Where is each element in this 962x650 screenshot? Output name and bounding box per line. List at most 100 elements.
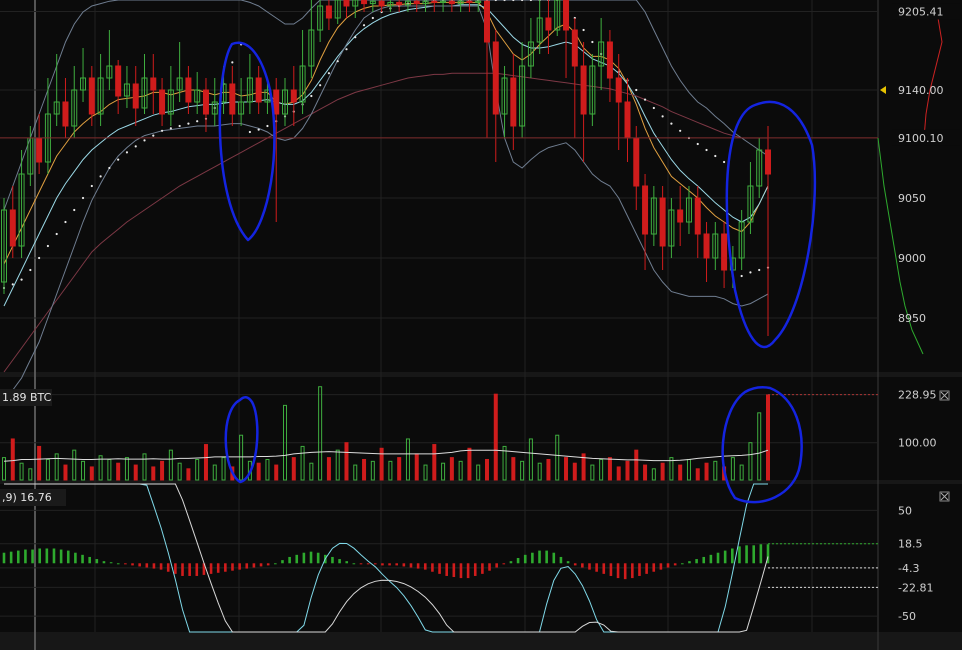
psar-dot bbox=[125, 151, 129, 154]
candle-body bbox=[132, 83, 139, 109]
volume-bar bbox=[625, 460, 630, 481]
macd-histogram-bar bbox=[216, 563, 220, 573]
macd-histogram-bar bbox=[52, 548, 56, 564]
psar-dot bbox=[354, 36, 357, 39]
macd-histogram-bar bbox=[88, 556, 91, 564]
candle-body bbox=[659, 197, 666, 247]
macd-histogram-bar bbox=[552, 552, 556, 564]
macd-histogram-bar bbox=[666, 563, 670, 568]
psar-dot bbox=[319, 84, 322, 87]
macd-histogram-bar bbox=[66, 550, 70, 564]
macd-histogram-bar bbox=[452, 563, 456, 578]
macd-histogram-bar bbox=[345, 561, 349, 564]
candle-body bbox=[396, 1, 403, 6]
candle-body bbox=[185, 77, 192, 103]
macd-histogram-bar bbox=[473, 563, 477, 576]
psar-dot bbox=[55, 232, 58, 236]
volume-bar bbox=[634, 449, 639, 481]
macd-histogram-bar bbox=[252, 563, 256, 568]
candle-body bbox=[202, 89, 209, 115]
psar-dot bbox=[117, 158, 120, 161]
psar-dot bbox=[310, 94, 313, 98]
macd-histogram-bar bbox=[181, 563, 184, 576]
psar-dot bbox=[108, 166, 111, 170]
candle-body bbox=[694, 197, 701, 235]
candle-body bbox=[545, 17, 552, 31]
macd-tick-label: 50 bbox=[898, 504, 912, 517]
psar-dot bbox=[362, 24, 366, 27]
volume-tick-label: 228.95 bbox=[898, 389, 937, 402]
macd-tick-label: -50 bbox=[898, 610, 916, 623]
psar-dot bbox=[196, 120, 199, 123]
candle-body bbox=[229, 83, 236, 115]
psar-dot bbox=[160, 129, 164, 132]
macd-histogram-bar bbox=[445, 563, 448, 576]
volume-bar bbox=[511, 457, 516, 481]
price-tick-label: 9050 bbox=[898, 192, 926, 205]
psar-dot bbox=[231, 61, 234, 64]
candle-body bbox=[765, 149, 771, 175]
volume-bar bbox=[116, 462, 121, 481]
candle-body bbox=[36, 137, 43, 163]
pane-separator bbox=[0, 480, 962, 484]
volume-bar bbox=[616, 466, 621, 481]
macd-histogram-bar bbox=[266, 563, 270, 566]
psar-dot bbox=[591, 40, 594, 44]
macd-histogram-bar bbox=[595, 563, 598, 572]
psar-dot bbox=[143, 139, 146, 142]
psar-dot bbox=[336, 60, 339, 63]
macd-histogram-bar bbox=[138, 563, 141, 567]
macd-histogram-bar bbox=[738, 546, 741, 564]
psar-dot bbox=[178, 124, 181, 128]
psar-dot bbox=[696, 142, 699, 146]
volume-bar bbox=[414, 453, 419, 481]
volume-bar bbox=[203, 444, 208, 481]
macd-histogram-bar bbox=[109, 562, 113, 564]
macd-histogram-bar bbox=[295, 554, 299, 564]
psar-dot bbox=[90, 184, 93, 188]
macd-histogram-bar bbox=[752, 545, 756, 564]
candle-body bbox=[571, 29, 578, 67]
macd-histogram-bar bbox=[331, 556, 334, 564]
volume-bar bbox=[10, 438, 15, 481]
candle-body bbox=[615, 77, 622, 103]
macd-histogram-bar bbox=[573, 563, 577, 566]
macd-histogram-bar bbox=[116, 563, 120, 565]
candle-body bbox=[325, 5, 332, 19]
volume-bar bbox=[484, 458, 489, 481]
macd-histogram-bar bbox=[366, 563, 370, 565]
psar-dot bbox=[38, 256, 41, 260]
macd-histogram-bar bbox=[359, 563, 363, 565]
macd-histogram-bar bbox=[24, 549, 27, 564]
volume-bar bbox=[449, 457, 454, 481]
macd-histogram-bar bbox=[81, 554, 84, 564]
psar-dot bbox=[29, 268, 32, 272]
macd-histogram-bar bbox=[745, 545, 748, 564]
macd-histogram-bar bbox=[31, 549, 34, 564]
macd-histogram-bar bbox=[74, 552, 77, 564]
volume-bar bbox=[678, 464, 683, 481]
macd-histogram-bar bbox=[302, 552, 306, 564]
macd-histogram-bar bbox=[231, 563, 234, 571]
macd-histogram-bar bbox=[545, 550, 548, 564]
macd-histogram-bar bbox=[516, 558, 520, 564]
volume-bar bbox=[326, 457, 331, 481]
macd-histogram-bar bbox=[588, 563, 591, 570]
macd-histogram-bar bbox=[730, 548, 734, 564]
macd-histogram-bar bbox=[681, 563, 684, 565]
volume-bar bbox=[291, 457, 296, 481]
psar-dot bbox=[187, 122, 190, 125]
volume-bar bbox=[467, 447, 472, 481]
psar-dot bbox=[73, 208, 76, 212]
candle-body bbox=[563, 0, 570, 31]
macd-histogram-bar bbox=[581, 563, 584, 568]
candle-body bbox=[633, 137, 640, 187]
psar-dot bbox=[20, 278, 23, 281]
volume-bar bbox=[344, 442, 349, 481]
macd-histogram-bar bbox=[274, 563, 277, 565]
candle-body bbox=[448, 0, 455, 5]
psar-dot bbox=[582, 28, 585, 32]
macd-tick-label: 18.5 bbox=[898, 538, 923, 551]
macd-histogram-bar bbox=[631, 563, 634, 579]
macd-histogram-bar bbox=[673, 563, 677, 566]
